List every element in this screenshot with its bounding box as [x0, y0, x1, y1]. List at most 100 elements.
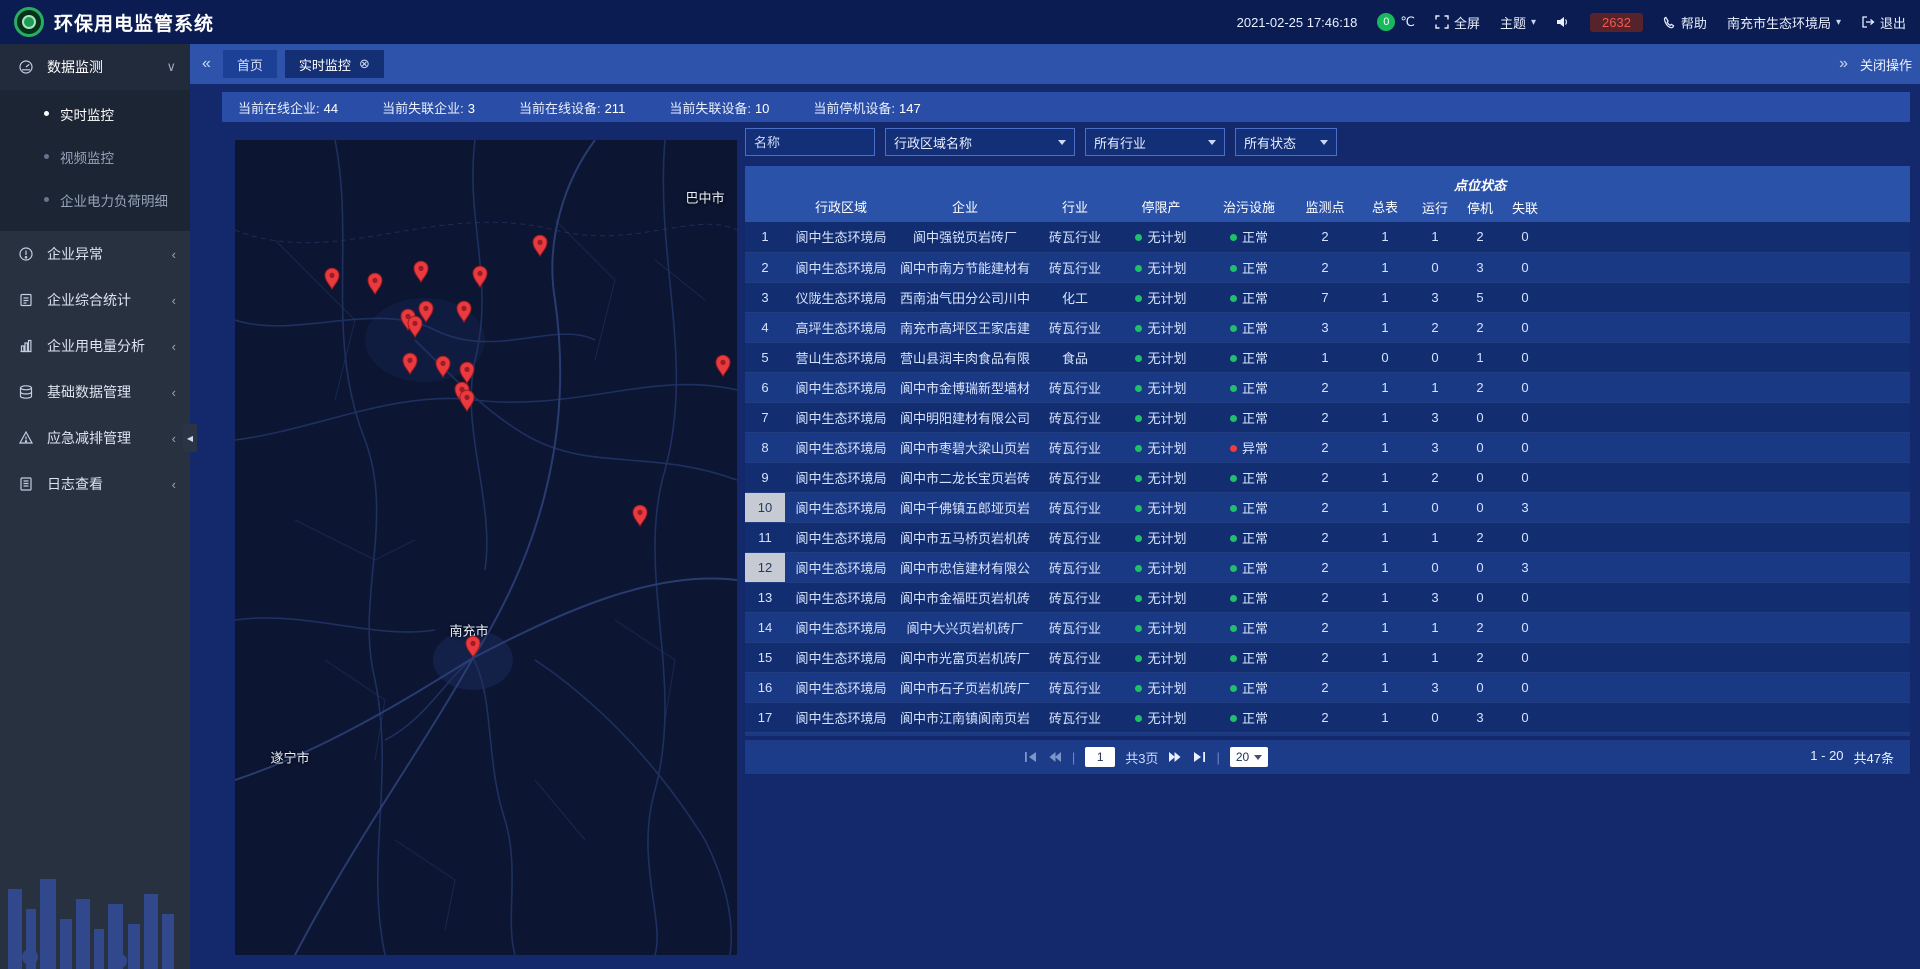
page-number-input[interactable] — [1085, 747, 1115, 767]
table-row[interactable]: 12阆中生态环境局阆中市忠信建材有限公砖瓦行业无计划正常21003 — [745, 552, 1910, 582]
help-button[interactable]: 帮助 — [1663, 13, 1707, 32]
table-row[interactable]: 18南部生态环境局南部县建兴页岩砖有限砖瓦行业无计划正常21060 — [745, 732, 1910, 736]
name-filter-input[interactable] — [745, 128, 875, 156]
fullscreen-button[interactable]: 全屏 — [1435, 13, 1480, 32]
first-page-icon[interactable] — [1024, 751, 1038, 763]
map[interactable]: 巴中市南充市遂宁市 — [235, 140, 737, 955]
map-pin-icon[interactable] — [532, 234, 548, 257]
right-panel: 行政区域名称 所有行业 所有状态 — [745, 128, 1910, 955]
table-row[interactable]: 14阆中生态环境局阆中大兴页岩机砖厂砖瓦行业无计划正常21120 — [745, 612, 1910, 642]
sidebar-group-emergency-reduction[interactable]: 应急减排管理‹ — [0, 415, 190, 461]
main-layout: 数据监测∨实时监控视频监控企业电力负荷明细企业异常‹企业综合统计‹企业用电量分析… — [0, 44, 1920, 969]
status-filter-select[interactable]: 所有状态 — [1235, 128, 1337, 156]
industry-filter-select[interactable]: 所有行业 — [1085, 128, 1225, 156]
cell-company: 营山县润丰肉食品有限 — [897, 342, 1033, 372]
map-pin-icon[interactable] — [367, 272, 383, 295]
cell-total: 1 — [1357, 582, 1413, 612]
sidebar-group-power-usage-analysis[interactable]: 企业用电量分析‹ — [0, 323, 190, 369]
table-row[interactable]: 7阆中生态环境局阆中明阳建材有限公司砖瓦行业无计划正常21300 — [745, 402, 1910, 432]
tab-close-icon[interactable]: ⊗ — [359, 56, 370, 72]
sidebar-collapse-handle[interactable]: ◀ — [183, 424, 197, 452]
cell-region: 阆中生态环境局 — [785, 522, 897, 552]
power-analysis-icon — [18, 338, 36, 354]
sidebar-group-base-data-management[interactable]: 基础数据管理‹ — [0, 369, 190, 415]
map-pin-icon[interactable] — [472, 265, 488, 288]
region-filter-select[interactable]: 行政区域名称 — [885, 128, 1075, 156]
cell-region: 仪陇生态环境局 — [785, 282, 897, 312]
map-pin-icon[interactable] — [465, 635, 481, 658]
table-row[interactable]: 13阆中生态环境局阆中市金福旺页岩机砖砖瓦行业无计划正常21300 — [745, 582, 1910, 612]
prev-page-icon[interactable] — [1048, 751, 1062, 763]
page-size-select[interactable]: 20 — [1230, 747, 1268, 767]
alarm-count-badge[interactable]: 2632 — [1590, 13, 1643, 32]
table-row[interactable]: 9阆中生态环境局阆中市二龙长宝页岩砖砖瓦行业无计划正常21200 — [745, 462, 1910, 492]
cell-company: 南部县建兴页岩砖有限 — [897, 732, 1033, 736]
tab-realtime-monitor[interactable]: 实时监控⊗ — [285, 50, 384, 78]
cell-stop: 0 — [1457, 582, 1503, 612]
map-pin-icon[interactable] — [435, 355, 451, 378]
table-row[interactable]: 6阆中生态环境局阆中市金博瑞新型墙材砖瓦行业无计划正常21120 — [745, 372, 1910, 402]
sidebar-item-video-monitor[interactable]: 视频监控 — [0, 135, 190, 178]
table-row[interactable]: 15阆中生态环境局阆中市光富页岩机砖厂砖瓦行业无计划正常21120 — [745, 642, 1910, 672]
user-menu[interactable]: 南充市生态环境局 ▾ — [1727, 13, 1841, 32]
cell-stop: 0 — [1457, 672, 1503, 702]
cell-industry: 砖瓦行业 — [1033, 312, 1117, 342]
table-row[interactable]: 11阆中生态环境局阆中市五马桥页岩机砖砖瓦行业无计划正常21120 — [745, 522, 1910, 552]
logout-button[interactable]: 退出 — [1861, 13, 1906, 32]
pagination-range: 1 - 20 共47条 — [1810, 748, 1894, 767]
sidebar-item-realtime-monitor[interactable]: 实时监控 — [0, 92, 190, 135]
table-row[interactable]: 3仪陇生态环境局西南油气田分公司川中化工无计划正常71350 — [745, 282, 1910, 312]
cell-total: 1 — [1357, 732, 1413, 736]
theme-menu[interactable]: 主题 ▾ — [1500, 13, 1536, 32]
cell-lost: 0 — [1503, 702, 1547, 732]
table-row[interactable]: 17阆中生态环境局阆中市江南镇阆南页岩砖瓦行业无计划正常21030 — [745, 702, 1910, 732]
table-row[interactable]: 2阆中生态环境局阆中市南方节能建材有砖瓦行业无计划正常21030 — [745, 252, 1910, 282]
cell-points: 7 — [1293, 282, 1357, 312]
cell-facility: 正常 — [1205, 732, 1293, 736]
table-row[interactable]: 8阆中生态环境局阆中市枣碧大梁山页岩砖瓦行业无计划异常21300 — [745, 432, 1910, 462]
map-pin-icon[interactable] — [402, 352, 418, 375]
cell-points: 2 — [1293, 672, 1357, 702]
cell-run: 3 — [1413, 582, 1457, 612]
map-pin-icon[interactable] — [418, 300, 434, 323]
tab-scroll-right-icon[interactable]: » — [1835, 55, 1852, 73]
last-page-icon[interactable] — [1192, 751, 1206, 763]
speaker-button[interactable] — [1556, 16, 1570, 28]
table-row[interactable]: 10阆中生态环境局阆中千佛镇五郎垭页岩砖瓦行业无计划正常21003 — [745, 492, 1910, 522]
map-pin-icon[interactable] — [456, 300, 472, 323]
sidebar-item-power-load-detail[interactable]: 企业电力负荷明细 — [0, 178, 190, 221]
map-pin-icon[interactable] — [413, 260, 429, 283]
tab-scroll-left-icon[interactable]: « — [198, 55, 215, 73]
cell-lost: 0 — [1503, 582, 1547, 612]
sidebar-group-data-monitoring[interactable]: 数据监测∨ — [0, 44, 190, 90]
table-row[interactable]: 4高坪生态环境局南充市高坪区王家店建砖瓦行业无计划正常31220 — [745, 312, 1910, 342]
cell-total: 1 — [1357, 372, 1413, 402]
close-operations-menu[interactable]: 关闭操作 — [1860, 55, 1912, 74]
next-page-icon[interactable] — [1168, 751, 1182, 763]
cell-region: 营山生态环境局 — [785, 342, 897, 372]
cell-filler — [1547, 342, 1910, 372]
sidebar-group-label: 应急减排管理 — [47, 428, 131, 448]
map-pin-icon[interactable] — [459, 389, 475, 412]
table-row[interactable]: 5营山生态环境局营山县润丰肉食品有限食品无计划正常10010 — [745, 342, 1910, 372]
cell-facility: 正常 — [1205, 702, 1293, 732]
sidebar-submenu: 实时监控视频监控企业电力负荷明细 — [0, 90, 190, 231]
cell-industry: 砖瓦行业 — [1033, 432, 1117, 462]
table-row[interactable]: 1阆中生态环境局阆中强锐页岩砖厂砖瓦行业无计划正常21120 — [745, 222, 1910, 252]
cell-facility: 正常 — [1205, 672, 1293, 702]
map-pin-icon[interactable] — [715, 354, 731, 377]
sidebar-group-log-view[interactable]: 日志查看‹ — [0, 461, 190, 507]
cell-lost: 0 — [1503, 672, 1547, 702]
cell-region: 阆中生态环境局 — [785, 702, 897, 732]
sidebar-group-enterprise-statistics[interactable]: 企业综合统计‹ — [0, 277, 190, 323]
tab-home[interactable]: 首页 — [223, 50, 277, 78]
stats-bar: 当前在线企业:44当前失联企业:3当前在线设备:211当前失联设备:10当前停机… — [222, 92, 1910, 122]
sidebar-group-enterprise-abnormal[interactable]: 企业异常‹ — [0, 231, 190, 277]
map-pin-icon[interactable] — [324, 267, 340, 290]
table-row[interactable]: 16阆中生态环境局阆中市石子页岩机砖厂砖瓦行业无计划正常21300 — [745, 672, 1910, 702]
cell-limit: 无计划 — [1117, 432, 1205, 462]
cell-run: 0 — [1413, 342, 1457, 372]
status-dot — [1230, 385, 1237, 392]
status-dot — [1230, 355, 1237, 362]
map-pin-icon[interactable] — [632, 504, 648, 527]
